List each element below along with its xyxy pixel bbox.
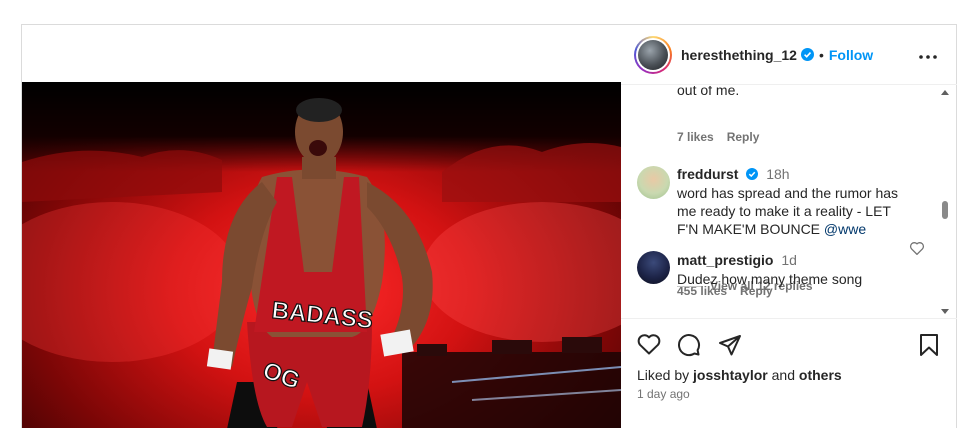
post-timestamp[interactable]: 1 day ago (637, 387, 690, 401)
comment-time[interactable]: 18h (766, 166, 789, 182)
header-separator: • (818, 46, 824, 63)
mention-link[interactable]: @wwe (824, 221, 866, 237)
author-username[interactable]: heresthething_12 (681, 47, 797, 63)
heart-icon[interactable] (637, 333, 661, 360)
comment-like-heart-icon[interactable] (909, 241, 925, 260)
scroll-thumb[interactable] (942, 201, 948, 219)
comment-header: freddurst 18h (677, 166, 790, 182)
reply-button[interactable]: Reply (727, 130, 760, 144)
comment-meta: 7 likes Reply (677, 130, 772, 144)
view-replies-button[interactable]: View all 12 replies (677, 279, 813, 293)
comments-scrollbar[interactable] (939, 86, 951, 318)
post-modal: BADASS OG heresthething_12 • Follow out … (21, 24, 957, 428)
comments-list[interactable]: out of me. 7 likes Reply freddurst 18h wo… (621, 86, 957, 318)
post-actions: Liked by josshtaylor and others 1 day ag… (621, 318, 957, 428)
comment-text: out of me. (677, 86, 740, 98)
comment-likes[interactable]: 7 likes (677, 130, 714, 144)
liked-by-others[interactable]: others (799, 367, 842, 383)
comment-icon[interactable] (677, 333, 701, 362)
scroll-down-arrow-icon[interactable] (941, 309, 949, 314)
liked-by-user[interactable]: josshtaylor (693, 367, 768, 383)
scroll-up-arrow-icon[interactable] (941, 90, 949, 95)
post-header: heresthething_12 • Follow (621, 25, 957, 85)
liked-by-text: Liked by josshtaylor and others (637, 367, 842, 383)
more-options-icon[interactable] (919, 46, 937, 64)
post-side-panel: heresthething_12 • Follow out of me. 7 l… (621, 25, 957, 428)
share-icon[interactable] (718, 333, 742, 362)
commenter-username[interactable]: freddurst (677, 166, 738, 182)
author-avatar-image (638, 39, 668, 70)
comment-text: word has spread and the rumor has me rea… (677, 185, 899, 237)
post-photo[interactable]: BADASS OG (22, 82, 621, 428)
author-avatar[interactable] (634, 35, 672, 74)
post-media: BADASS OG (22, 25, 621, 428)
follow-button[interactable]: Follow (829, 47, 873, 63)
bookmark-icon[interactable] (919, 333, 939, 362)
verified-badge-icon (800, 48, 814, 61)
verified-badge-icon (746, 168, 759, 180)
commenter-avatar[interactable] (637, 166, 670, 199)
wrestler-image: BADASS OG (22, 98, 621, 428)
